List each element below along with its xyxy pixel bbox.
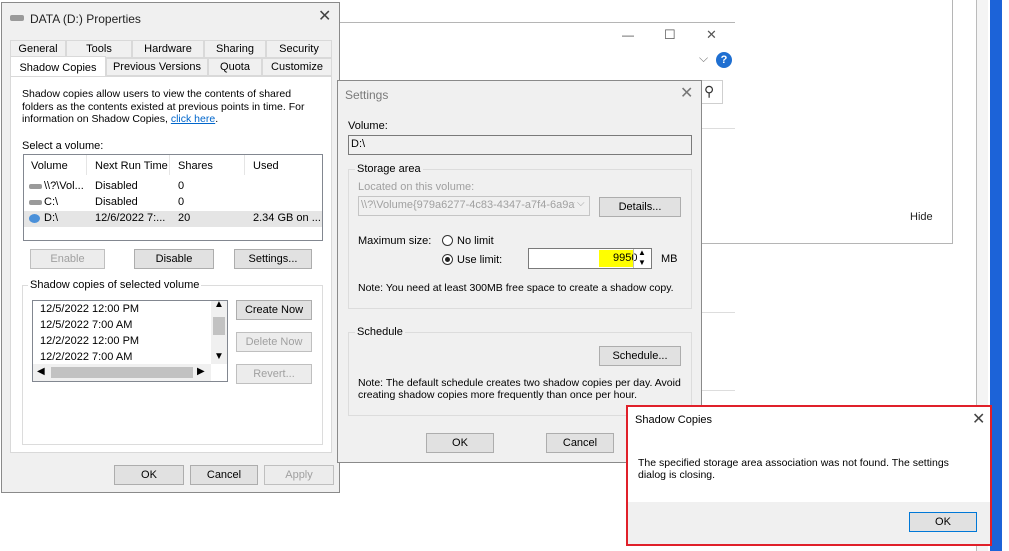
no-limit-label[interactable]: No limit: [457, 235, 494, 247]
properties-window: DATA (D:) Properties ✕ General Tools Har…: [1, 2, 340, 493]
use-limit-radio[interactable]: [442, 254, 453, 265]
ok-button[interactable]: OK: [426, 433, 494, 453]
click-here-link[interactable]: click here: [171, 113, 215, 125]
list-item[interactable]: 12/2/2022 12:00 PM: [40, 335, 139, 347]
drive-icon: [10, 15, 24, 21]
delete-now-button[interactable]: Delete Now: [236, 332, 312, 352]
horizontal-scrollbar[interactable]: ◀ ▶: [33, 364, 211, 381]
tab-hardware[interactable]: Hardware: [132, 40, 204, 58]
max-size-label: Maximum size:: [358, 235, 432, 247]
background-divider: [700, 312, 735, 313]
tab-customize[interactable]: Customize: [262, 58, 332, 76]
scroll-thumb[interactable]: [51, 367, 193, 378]
background-divider: [700, 390, 735, 391]
size-limit-input[interactable]: 9950 ▲ ▼: [528, 248, 652, 269]
ok-button[interactable]: OK: [114, 465, 184, 485]
revert-button[interactable]: Revert...: [236, 364, 312, 384]
vertical-scrollbar[interactable]: ▲ ▼: [211, 299, 227, 364]
description-text: Shadow copies allow users to view the co…: [22, 88, 305, 125]
stepper-down-icon[interactable]: ▼: [638, 258, 646, 267]
shadow-copies-list[interactable]: 12/5/2022 12:00 PM 12/5/2022 7:00 AM 12/…: [32, 299, 228, 382]
table-row[interactable]: \\?\Vol... Disabled 0: [24, 179, 322, 195]
drive-icon: [29, 200, 42, 205]
select-volume-label: Select a volume:: [22, 140, 104, 152]
tab-quota[interactable]: Quota: [208, 58, 262, 76]
ok-button[interactable]: OK: [909, 512, 977, 532]
apply-button[interactable]: Apply: [264, 465, 334, 485]
drive-icon: [29, 184, 42, 189]
close-icon[interactable]: ✕: [972, 412, 985, 428]
no-limit-radio[interactable]: [442, 235, 453, 246]
volume-field: D:\: [348, 135, 692, 155]
tab-security[interactable]: Security: [266, 40, 332, 58]
storage-area-label: Storage area: [355, 163, 423, 175]
storage-note: Note: You need at least 300MB free space…: [358, 282, 674, 294]
dialog-title: Shadow Copies: [635, 414, 713, 426]
schedule-label: Schedule: [355, 326, 405, 338]
size-stepper[interactable]: ▲ ▼: [633, 248, 651, 268]
volume-label: Volume:: [348, 120, 388, 132]
details-button[interactable]: Details...: [599, 197, 681, 217]
error-dialog-highlight: Shadow Copies ✕ The specified storage ar…: [626, 405, 992, 546]
cancel-button[interactable]: Cancel: [546, 433, 614, 453]
chevron-down-icon[interactable]: ▼: [214, 351, 224, 362]
search-icon[interactable]: ⚲: [704, 83, 714, 100]
cancel-button[interactable]: Cancel: [190, 465, 258, 485]
settings-button[interactable]: Settings...: [234, 249, 312, 269]
location-dropdown[interactable]: \\?\Volume{979a6277-4c83-4347-a7f4-6a9af…: [358, 196, 590, 216]
maximize-button[interactable]: ☐: [664, 27, 676, 43]
column-header-volume[interactable]: Volume: [24, 155, 87, 175]
list-item[interactable]: 12/5/2022 12:00 PM: [40, 303, 139, 315]
close-button[interactable]: ✕: [706, 27, 717, 43]
minimize-button[interactable]: —: [622, 28, 634, 42]
volume-list[interactable]: Volume Next Run Time Shares Used \\?\Vol…: [23, 154, 323, 241]
column-header-next-run-time[interactable]: Next Run Time: [87, 155, 170, 175]
chevron-right-icon[interactable]: ▶: [197, 366, 205, 377]
enable-button[interactable]: Enable: [30, 249, 105, 269]
chevron-down-icon[interactable]: ⌵: [699, 51, 708, 66]
dialog-title: Settings: [345, 88, 389, 102]
background-window-right: [735, 0, 953, 244]
schedule-group: [348, 332, 692, 416]
shared-drive-icon: [29, 214, 40, 223]
stepper-up-icon[interactable]: ▲: [638, 248, 646, 257]
schedule-button[interactable]: Schedule...: [599, 346, 681, 366]
disable-button[interactable]: Disable: [134, 249, 214, 269]
tab-previous-versions[interactable]: Previous Versions: [106, 58, 208, 76]
table-row[interactable]: D:\ 12/6/2022 7:... 20 2.34 GB on ...: [24, 211, 322, 227]
chevron-down-icon: ⌵: [575, 198, 587, 209]
create-now-button[interactable]: Create Now: [236, 300, 312, 320]
hide-label[interactable]: Hide: [910, 211, 933, 223]
radio-dot: [445, 257, 450, 262]
close-icon[interactable]: ✕: [680, 86, 693, 102]
close-icon[interactable]: ✕: [318, 9, 331, 25]
column-header-shares[interactable]: Shares: [170, 155, 245, 175]
tab-shadow-copies[interactable]: Shadow Copies: [10, 56, 106, 78]
help-icon[interactable]: ?: [716, 52, 732, 68]
shadow-copies-group-label: Shadow copies of selected volume: [28, 279, 202, 291]
tab-sharing[interactable]: Sharing: [204, 40, 266, 58]
use-limit-label[interactable]: Use limit:: [457, 254, 502, 266]
schedule-note: Note: The default schedule creates two s…: [358, 377, 681, 401]
background-divider: [700, 128, 735, 129]
error-message: The specified storage area association w…: [638, 457, 949, 481]
located-label: Located on this volume:: [358, 181, 475, 193]
window-title: DATA (D:) Properties: [30, 12, 141, 26]
chevron-up-icon[interactable]: ▲: [214, 299, 224, 310]
list-item[interactable]: 12/2/2022 7:00 AM: [40, 351, 132, 363]
table-row[interactable]: C:\ Disabled 0: [24, 195, 322, 211]
column-header-used[interactable]: Used: [245, 155, 322, 175]
scroll-thumb[interactable]: [213, 317, 225, 335]
tab-page: Shadow copies allow users to view the co…: [10, 76, 332, 453]
chevron-left-icon[interactable]: ◀: [37, 366, 45, 377]
list-item[interactable]: 12/5/2022 7:00 AM: [40, 319, 132, 331]
mb-label: MB: [661, 253, 678, 265]
